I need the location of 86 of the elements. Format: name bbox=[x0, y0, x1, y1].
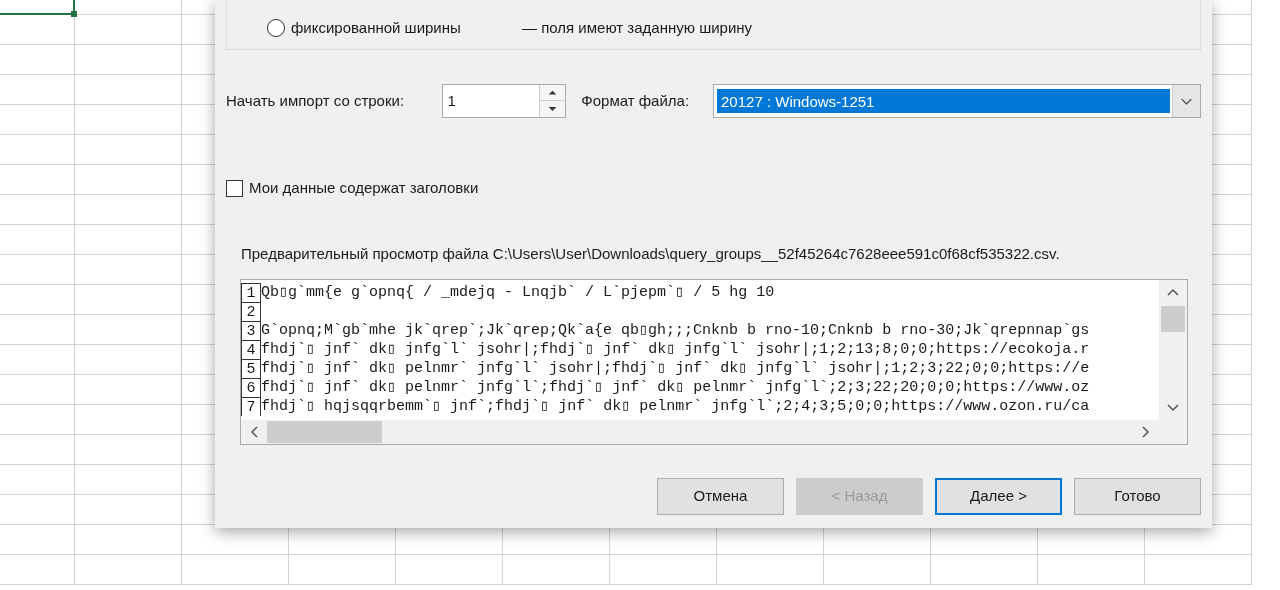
spreadsheet-cell[interactable] bbox=[0, 315, 75, 345]
spreadsheet-cell[interactable] bbox=[75, 405, 182, 435]
spreadsheet-cell[interactable] bbox=[75, 525, 182, 555]
spreadsheet-cell[interactable] bbox=[0, 135, 75, 165]
spreadsheet-cell[interactable] bbox=[1038, 555, 1145, 585]
preview-line: Qb▯g`mm{e g`opnq{ / _mdejq - Lnqjb` / L`pjepm`▯ / 5 hg 10 bbox=[261, 283, 775, 302]
preview-line: fhdj`▯ hqjsqqrbemm`▯ jnf`;fhdj`▯ jnf` dk▯ pelnmr` jnfg`l`;2;4;3;5;0;0;https://www.ozon.ru/ca bbox=[261, 397, 1090, 416]
spreadsheet-cell[interactable] bbox=[182, 555, 289, 585]
vertical-scrollbar[interactable] bbox=[1159, 280, 1187, 420]
spreadsheet-cell[interactable] bbox=[75, 45, 182, 75]
checkbox[interactable] bbox=[226, 179, 243, 197]
spreadsheet-cell[interactable] bbox=[75, 75, 182, 105]
spreadsheet-cell[interactable] bbox=[75, 225, 182, 255]
spreadsheet-cell[interactable] bbox=[0, 195, 75, 225]
preview-line: fhdj`▯ jnf` dk▯ jnfg`l` jsohr|;fhdj`▯ jnf` dk▯ jnfg`l` jsohr|;1;2;13;8;0;0;https://ecokoja.r bbox=[261, 340, 1090, 359]
scroll-right-icon[interactable] bbox=[1142, 426, 1150, 438]
spin-down-icon[interactable] bbox=[539, 101, 566, 117]
spreadsheet-cell[interactable] bbox=[0, 465, 75, 495]
spreadsheet-cell[interactable] bbox=[75, 495, 182, 525]
dialog-button[interactable]: Готово bbox=[1074, 478, 1201, 515]
spreadsheet-cell[interactable] bbox=[75, 285, 182, 315]
spreadsheet-cell[interactable] bbox=[75, 555, 182, 585]
preview-line: G`opnq;M`gb`mhe jk`qrep`;Jk`qrep;Qk`a{e qb▯gh;;;Cnknb b rno-10;Cnknb b rno-30;Jk`qrepnnap`gs bbox=[261, 321, 1090, 340]
spreadsheet-cell[interactable] bbox=[75, 465, 182, 495]
file-format-dropdown[interactable]: 20127 : Windows-1251 bbox=[713, 84, 1201, 118]
spreadsheet-cell[interactable] bbox=[75, 165, 182, 195]
spreadsheet-cell[interactable] bbox=[0, 375, 75, 405]
preview-line: fhdj`▯ jnf` dk▯ pelnmr` jnfg`l`;fhdj`▯ jnf` dk▯ pelnmr` jnfg`l`;2;3;22;20;0;0;https://www.oz bbox=[261, 378, 1090, 397]
spreadsheet-cell[interactable] bbox=[75, 135, 182, 165]
spreadsheet-cell[interactable] bbox=[1145, 555, 1252, 585]
spreadsheet-cell[interactable] bbox=[75, 255, 182, 285]
spreadsheet-cell[interactable] bbox=[503, 555, 610, 585]
spreadsheet-cell[interactable] bbox=[0, 555, 75, 585]
spreadsheet-cell[interactable] bbox=[75, 15, 182, 45]
spreadsheet-cell[interactable] bbox=[75, 195, 182, 225]
dialog-button[interactable]: Далее > bbox=[935, 478, 1062, 515]
spreadsheet-cell[interactable] bbox=[0, 495, 75, 525]
radio-button[interactable] bbox=[267, 18, 285, 37]
spreadsheet-cell[interactable] bbox=[0, 45, 75, 75]
preview-title: Предварительный просмотр файла C:\Users\User\Downloads\query_groups__52f45264c7628eee591c0f68cf535322.csv. bbox=[241, 243, 1060, 264]
line-number: 4 bbox=[241, 340, 261, 359]
scroll-up-icon[interactable] bbox=[1167, 288, 1179, 296]
spreadsheet-cell[interactable] bbox=[75, 315, 182, 345]
spreadsheet-cell[interactable] bbox=[0, 75, 75, 105]
start-row-label: Начать импорт со строки: bbox=[226, 90, 406, 111]
start-row-spinbox[interactable]: 1 bbox=[441, 84, 567, 118]
dialog-button[interactable]: Отмена bbox=[657, 478, 784, 515]
spreadsheet-cell[interactable] bbox=[0, 405, 75, 435]
chevron-down-icon[interactable] bbox=[1172, 85, 1200, 117]
spreadsheet-cell[interactable] bbox=[717, 555, 824, 585]
spreadsheet-cell[interactable] bbox=[396, 555, 503, 585]
spreadsheet-cell[interactable] bbox=[75, 375, 182, 405]
spreadsheet-cell[interactable] bbox=[75, 435, 182, 465]
line-number: 7 bbox=[241, 397, 261, 416]
spreadsheet-cell[interactable] bbox=[75, 105, 182, 135]
radio-label: фиксированной ширины bbox=[291, 17, 462, 38]
file-format-label: Формат файла: bbox=[581, 90, 691, 111]
spreadsheet-cell[interactable] bbox=[931, 555, 1038, 585]
line-number: 5 bbox=[241, 359, 261, 378]
spreadsheet-cell[interactable] bbox=[610, 555, 717, 585]
spreadsheet-cell[interactable] bbox=[824, 555, 931, 585]
spreadsheet-cell[interactable] bbox=[0, 105, 75, 135]
line-number: 6 bbox=[241, 378, 261, 397]
spreadsheet-cell[interactable] bbox=[0, 285, 75, 315]
fill-handle[interactable] bbox=[71, 11, 77, 17]
spreadsheet-cell[interactable] bbox=[0, 345, 75, 375]
spreadsheet-cell[interactable] bbox=[0, 15, 75, 45]
scroll-down-icon[interactable] bbox=[1167, 404, 1179, 412]
line-number: 2 bbox=[241, 302, 261, 321]
radio-description: — поля имеют заданную ширину bbox=[522, 17, 753, 38]
spreadsheet-cell[interactable] bbox=[0, 225, 75, 255]
spreadsheet-cell[interactable] bbox=[0, 435, 75, 465]
spreadsheet-cell[interactable] bbox=[0, 255, 75, 285]
spreadsheet-cell[interactable] bbox=[75, 345, 182, 375]
checkbox-label: Мои данные содержат заголовки bbox=[249, 177, 479, 198]
line-number: 3 bbox=[241, 321, 261, 340]
line-number: 1 bbox=[241, 283, 261, 302]
scroll-thumb[interactable] bbox=[267, 421, 382, 443]
spreadsheet-cell[interactable] bbox=[289, 555, 396, 585]
spreadsheet-cell[interactable] bbox=[0, 165, 75, 195]
horizontal-scrollbar[interactable] bbox=[241, 420, 1187, 444]
preview-line: fhdj`▯ jnf` dk▯ pelnmr` jnfg`l` jsohr|;fhdj`▯ jnf` dk▯ jnfg`l` jsohr|;1;2;3;22;0;0;https://e bbox=[261, 359, 1090, 378]
scroll-thumb[interactable] bbox=[1161, 306, 1185, 332]
spin-up-icon[interactable] bbox=[539, 85, 566, 101]
spreadsheet-cell[interactable] bbox=[0, 525, 75, 555]
scroll-left-icon[interactable] bbox=[250, 426, 258, 438]
